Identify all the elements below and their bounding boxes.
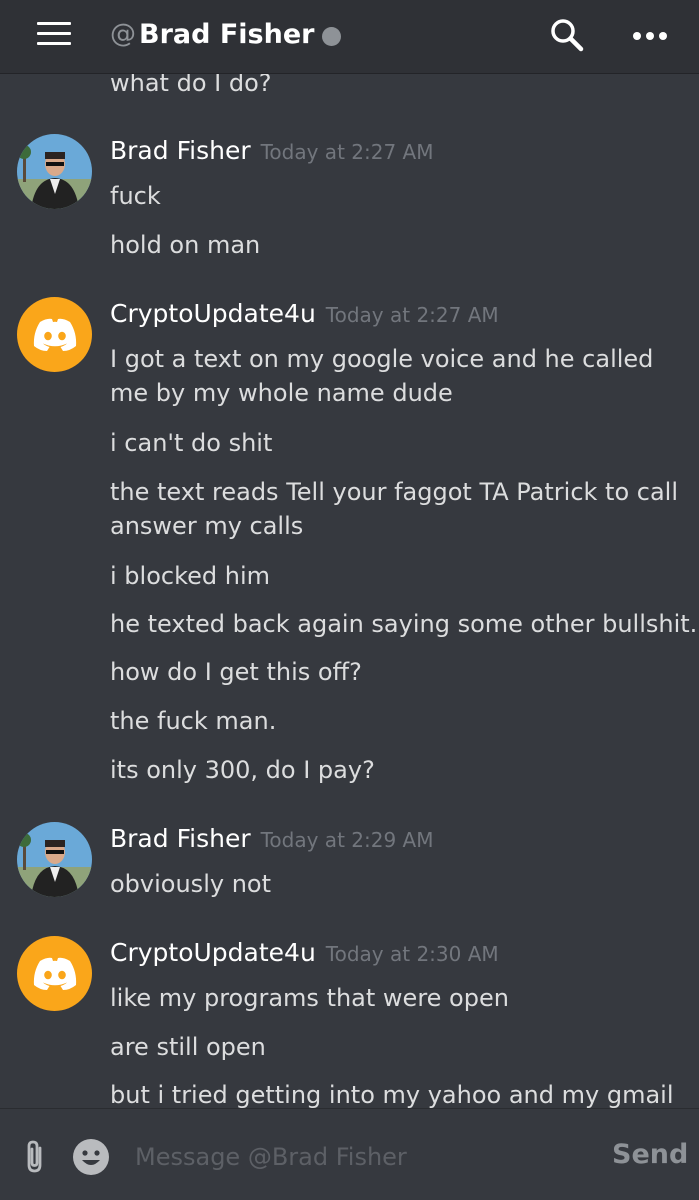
user-avatar[interactable] — [17, 297, 92, 372]
message-text: the fuck man. — [110, 707, 277, 735]
message-text: i blocked him — [110, 562, 271, 590]
author-name[interactable]: Brad Fisher — [110, 136, 251, 165]
author-name[interactable]: Brad Fisher — [110, 824, 251, 853]
channel-title: @ Brad Fisher — [110, 14, 342, 54]
message-text: but i tried getting into my yahoo and my… — [110, 1081, 674, 1108]
message-composer: Send — [0, 1108, 699, 1200]
message-text: fuck — [110, 182, 161, 210]
message-header: Brad Fisher Today at 2:27 AM — [110, 136, 433, 165]
message-text: its only 300, do I pay? — [110, 756, 375, 784]
send-button[interactable]: Send — [612, 1139, 688, 1170]
message-text: like my programs that were open — [110, 984, 509, 1012]
message-input[interactable] — [135, 1137, 585, 1177]
more-options-icon[interactable] — [633, 30, 667, 42]
message-list[interactable]: what do I do? Brad Fisher Today at 2:27 … — [0, 74, 699, 1108]
message-text: are still open — [110, 1033, 266, 1061]
user-avatar[interactable] — [17, 822, 92, 897]
user-avatar[interactable] — [17, 134, 92, 209]
message-timestamp: Today at 2:27 AM — [260, 140, 434, 164]
author-name[interactable]: CryptoUpdate4u — [110, 299, 316, 328]
at-sign: @ — [110, 19, 136, 49]
paperclip-icon[interactable] — [20, 1139, 50, 1175]
message-header: Brad Fisher Today at 2:29 AM — [110, 824, 433, 853]
recipient-name: Brad Fisher — [139, 18, 315, 50]
message-text: what do I do? — [110, 74, 272, 97]
author-name[interactable]: CryptoUpdate4u — [110, 938, 316, 967]
message-text: hold on man — [110, 231, 261, 259]
search-icon[interactable] — [548, 16, 588, 56]
message-text: how do I get this off? — [110, 658, 362, 686]
hamburger-menu-icon[interactable] — [37, 22, 71, 46]
message-text: I got a text on my google voice and he c… — [110, 345, 654, 407]
message-text: he texted back again saying some other b… — [110, 610, 698, 638]
message-text: obviously not — [110, 870, 271, 898]
discord-logo-icon — [33, 957, 76, 990]
status-indicator — [322, 26, 342, 46]
user-avatar[interactable] — [17, 936, 92, 1011]
message-timestamp: Today at 2:29 AM — [260, 828, 434, 852]
message-text: the text reads Tell your faggot TA Patri… — [110, 478, 679, 540]
message-header: CryptoUpdate4u Today at 2:27 AM — [110, 299, 499, 328]
discord-logo-icon — [33, 318, 76, 351]
emoji-icon[interactable] — [72, 1138, 110, 1176]
message-timestamp: Today at 2:27 AM — [325, 303, 499, 327]
message-header: CryptoUpdate4u Today at 2:30 AM — [110, 938, 499, 967]
chat-header: @ Brad Fisher — [0, 0, 699, 74]
message-timestamp: Today at 2:30 AM — [325, 942, 499, 966]
message-text: i can't do shit — [110, 429, 273, 457]
